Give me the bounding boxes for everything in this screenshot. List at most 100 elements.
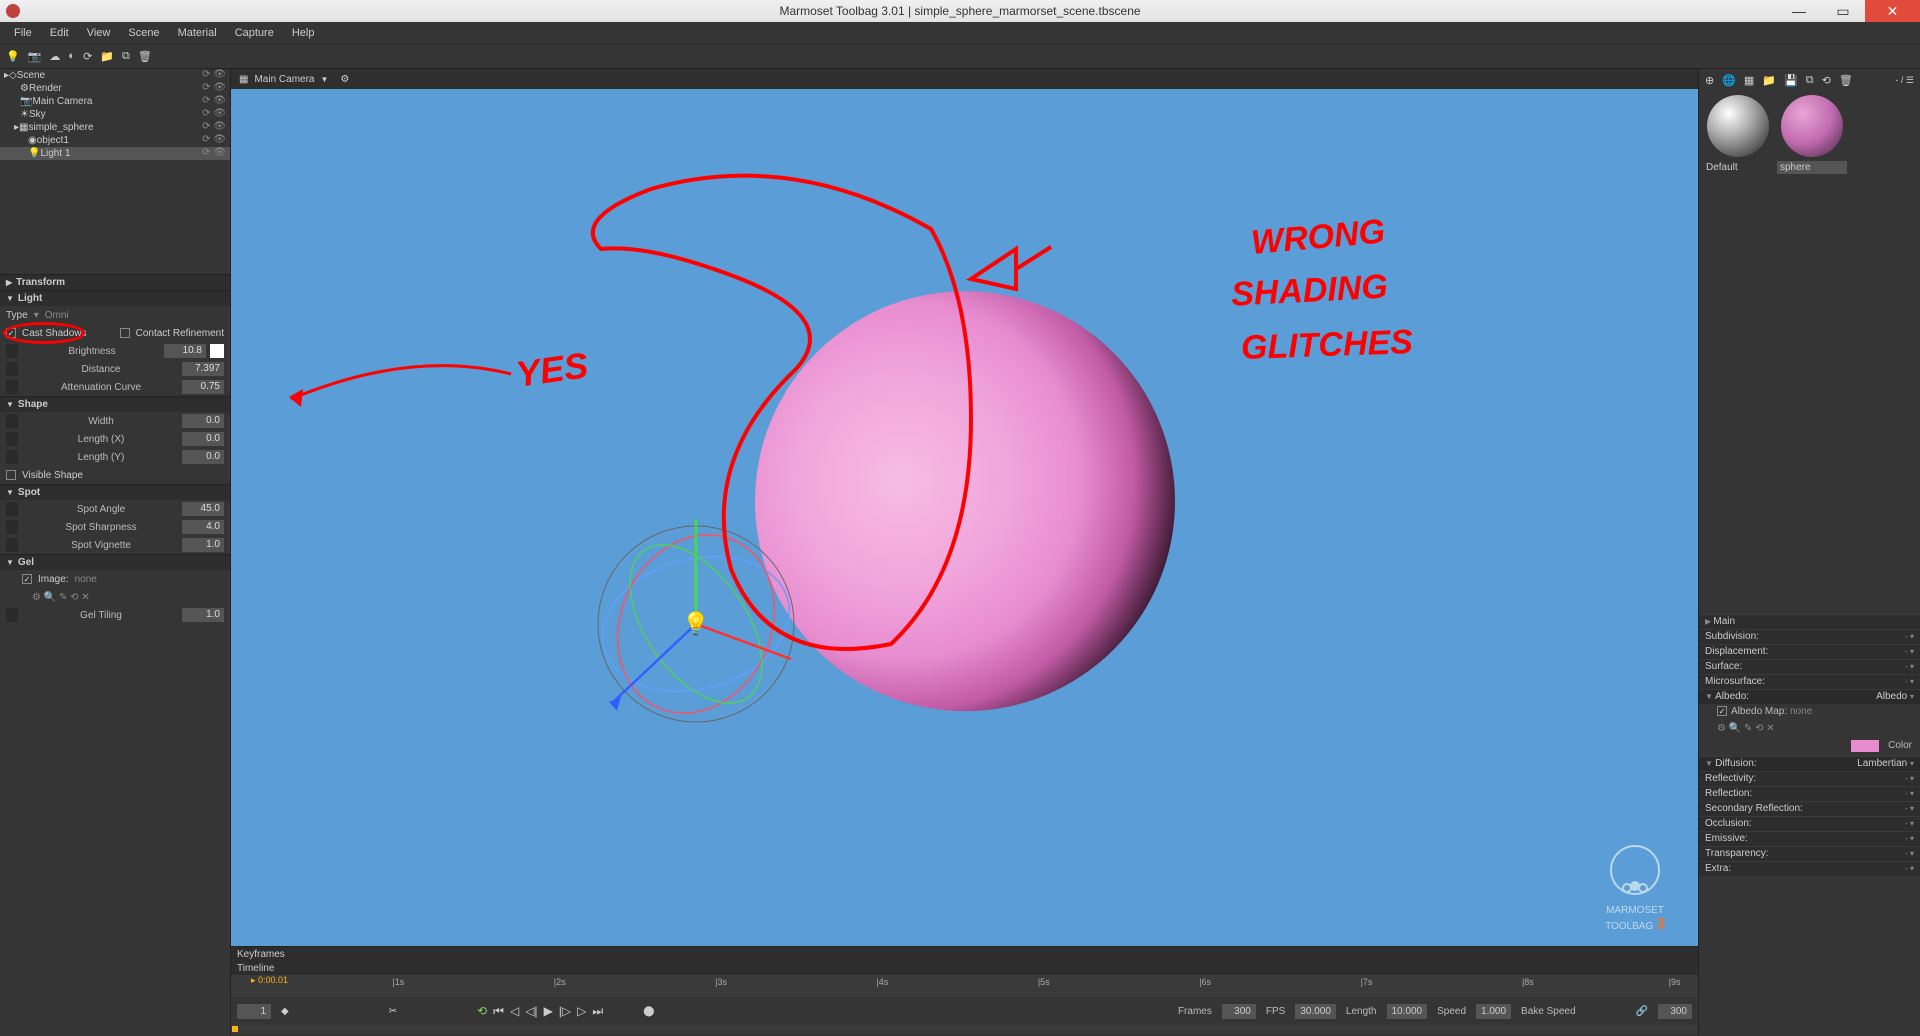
albedo-map-tools[interactable]: ⚙ 🔍 ✎ ⟲ ✕ [1699,721,1920,738]
play-icon[interactable]: ▶ [544,1004,553,1018]
width-row[interactable]: Width0.0 [0,412,230,430]
link-icon[interactable]: 🔗 [1636,1006,1648,1017]
mat-section-reflection[interactable]: Reflection:- ▾ [1699,786,1920,801]
scene-root[interactable]: ▸◇Scene ⟳ 👁 [0,69,230,82]
spot-vignette-row[interactable]: Spot Vignette1.0 [0,536,230,554]
viewport-tab-main-camera[interactable]: Main Camera [254,74,314,85]
mat-trash-icon[interactable]: 🗑 [1839,74,1853,87]
go-end-icon[interactable]: ⏭ [592,1004,603,1019]
scene-item-render[interactable]: ⚙Render⟳ 👁 [0,82,230,95]
frames-field[interactable]: 300 [1222,1004,1256,1019]
folder-icon[interactable]: 📁 [100,50,114,63]
step-back-icon[interactable]: ◁ [510,1004,519,1018]
light-icon[interactable]: 💡 [6,50,20,63]
section-light[interactable]: ▼Light [0,290,230,306]
timeline-header[interactable]: Timeline [231,961,1698,975]
contact-refinement-checkbox[interactable] [120,328,130,338]
mat-grid-icon[interactable]: ▦ [1744,74,1754,87]
menu-help[interactable]: Help [284,25,323,41]
viewport[interactable]: 💡 YES WRONG SHADING GLITCHES [231,89,1698,946]
scene-item-object1[interactable]: ◉object1⟳ 👁 [0,134,230,147]
mat-world-icon[interactable]: 🌐 [1722,74,1736,87]
mat-section-main[interactable]: ▶ Main [1699,614,1920,629]
viewport-layout-icon[interactable]: ▦ [239,74,248,85]
menu-file[interactable]: File [6,25,40,41]
viewport-settings-icon[interactable]: ⚙ [340,74,349,85]
menu-capture[interactable]: Capture [227,25,282,41]
scene-item-camera[interactable]: 📷Main Camera⟳ 👁 [0,95,230,108]
keyframe-add-icon[interactable]: ◆ [281,1006,289,1017]
visible-shape-row[interactable]: Visible Shape [0,466,230,484]
cut-icon[interactable]: ✂ [389,1006,397,1017]
timeline-cursor[interactable]: ▸ 0:00.01 [251,975,288,986]
mat-section-secondary-reflection[interactable]: Secondary Reflection:- ▾ [1699,801,1920,816]
go-start-icon[interactable]: ⏮ [493,1004,504,1019]
fps-field[interactable]: 30.000 [1295,1004,1336,1019]
scene-item-sky[interactable]: ☀Sky⟳ 👁 [0,108,230,121]
timeline-scrollbar[interactable] [231,1025,1698,1033]
brightness-row[interactable]: Brightness10.8 [0,342,230,360]
gel-image-row[interactable]: Image: none [0,570,230,588]
menu-scene[interactable]: Scene [120,25,167,41]
section-transform[interactable]: ▶Transform [0,274,230,290]
mat-section-occlusion[interactable]: Occlusion:- ▾ [1699,816,1920,831]
mat-section-surface[interactable]: Surface:- ▾ [1699,659,1920,674]
albedo-color-swatch[interactable] [1851,740,1879,752]
mat-section-microsurface[interactable]: Microsurface:- ▾ [1699,674,1920,689]
distance-row[interactable]: Distance7.397 [0,360,230,378]
mat-section-subdivision[interactable]: Subdivision:- ▾ [1699,629,1920,644]
close-button[interactable]: ✕ [1865,0,1920,22]
spot-angle-row[interactable]: Spot Angle45.0 [0,500,230,518]
section-shape[interactable]: ▼Shape [0,396,230,412]
section-gel[interactable]: ▼Gel [0,554,230,570]
length-x-row[interactable]: Length (X)0.0 [0,430,230,448]
loop-icon[interactable]: ⟲ [477,1004,487,1018]
mat-section-displacement[interactable]: Displacement:- ▾ [1699,644,1920,659]
mat-add-icon[interactable]: ⊕ [1705,74,1714,87]
prev-key-icon[interactable]: ◁| [525,1004,537,1018]
turntable-icon[interactable]: ⟳ [83,50,92,63]
mat-copy-icon[interactable]: ⧉ [1806,74,1814,87]
shadow-icon[interactable]: ◐ [68,50,75,62]
length-field[interactable]: 10.000 [1387,1004,1428,1019]
mat-section-reflectivity[interactable]: Reflectivity:- ▾ [1699,771,1920,786]
camera-icon[interactable]: 📷 [28,50,42,63]
speed-field[interactable]: 1.000 [1476,1004,1511,1019]
spot-sharpness-row[interactable]: Spot Sharpness4.0 [0,518,230,536]
maximize-button[interactable]: ▭ [1821,0,1865,22]
bake-speed-button[interactable]: Bake Speed [1521,1006,1576,1017]
visibility-icons[interactable]: ⟳ 👁 [202,69,226,80]
gel-tiling-row[interactable]: Gel Tiling1.0 [0,606,230,624]
next-key-icon[interactable]: |▷ [559,1004,571,1018]
mat-folder-icon[interactable]: 📁 [1762,74,1776,87]
current-frame-field[interactable]: 1 [237,1004,271,1019]
mat-save-icon[interactable]: 💾 [1784,74,1798,87]
mat-section-extra[interactable]: Extra:- ▾ [1699,861,1920,876]
menu-material[interactable]: Material [170,25,225,41]
end-frame-field[interactable]: 300 [1658,1004,1692,1019]
viewport-tab-dropdown-icon[interactable]: ▼ [320,75,328,84]
menu-edit[interactable]: Edit [42,25,77,41]
mat-view-mode-icon[interactable]: - / ☰ [1895,75,1914,86]
material-sphere[interactable]: sphere [1777,95,1847,187]
fog-icon[interactable]: ☁ [49,50,60,63]
section-spot[interactable]: ▼Spot [0,484,230,500]
cast-shadows-checkbox[interactable] [6,328,16,338]
light-gizmo[interactable]: 💡 [591,519,801,729]
trash-icon[interactable]: 🗑 [138,50,152,63]
albedo-color-row[interactable]: Color [1699,738,1920,756]
albedo-map-row[interactable]: Albedo Map: none [1699,704,1920,721]
record-icon[interactable]: ⬤ [643,1006,654,1017]
keyframes-header[interactable]: Keyframes [231,947,1698,961]
mat-section-transparency[interactable]: Transparency:- ▾ [1699,846,1920,861]
material-default[interactable]: Default [1703,95,1773,187]
mat-section-albedo[interactable]: ▼ Albedo:Albedo ▾ [1699,689,1920,704]
mat-section-emissive[interactable]: Emissive:- ▾ [1699,831,1920,846]
attenuation-row[interactable]: Attenuation Curve0.75 [0,378,230,396]
mat-section-diffusion[interactable]: ▼ Diffusion:Lambertian ▾ [1699,756,1920,771]
scene-item-simple-sphere[interactable]: ▸▦simple_sphere⟳ 👁 [0,121,230,134]
timeline-ruler[interactable]: ▸ 0:00.01 |1s |2s |3s |4s |5s |6s |7s |8… [231,975,1698,997]
copy-icon[interactable]: ⧉ [122,50,130,63]
step-fwd-icon[interactable]: ▷ [577,1004,586,1018]
minimize-button[interactable]: — [1777,0,1821,22]
